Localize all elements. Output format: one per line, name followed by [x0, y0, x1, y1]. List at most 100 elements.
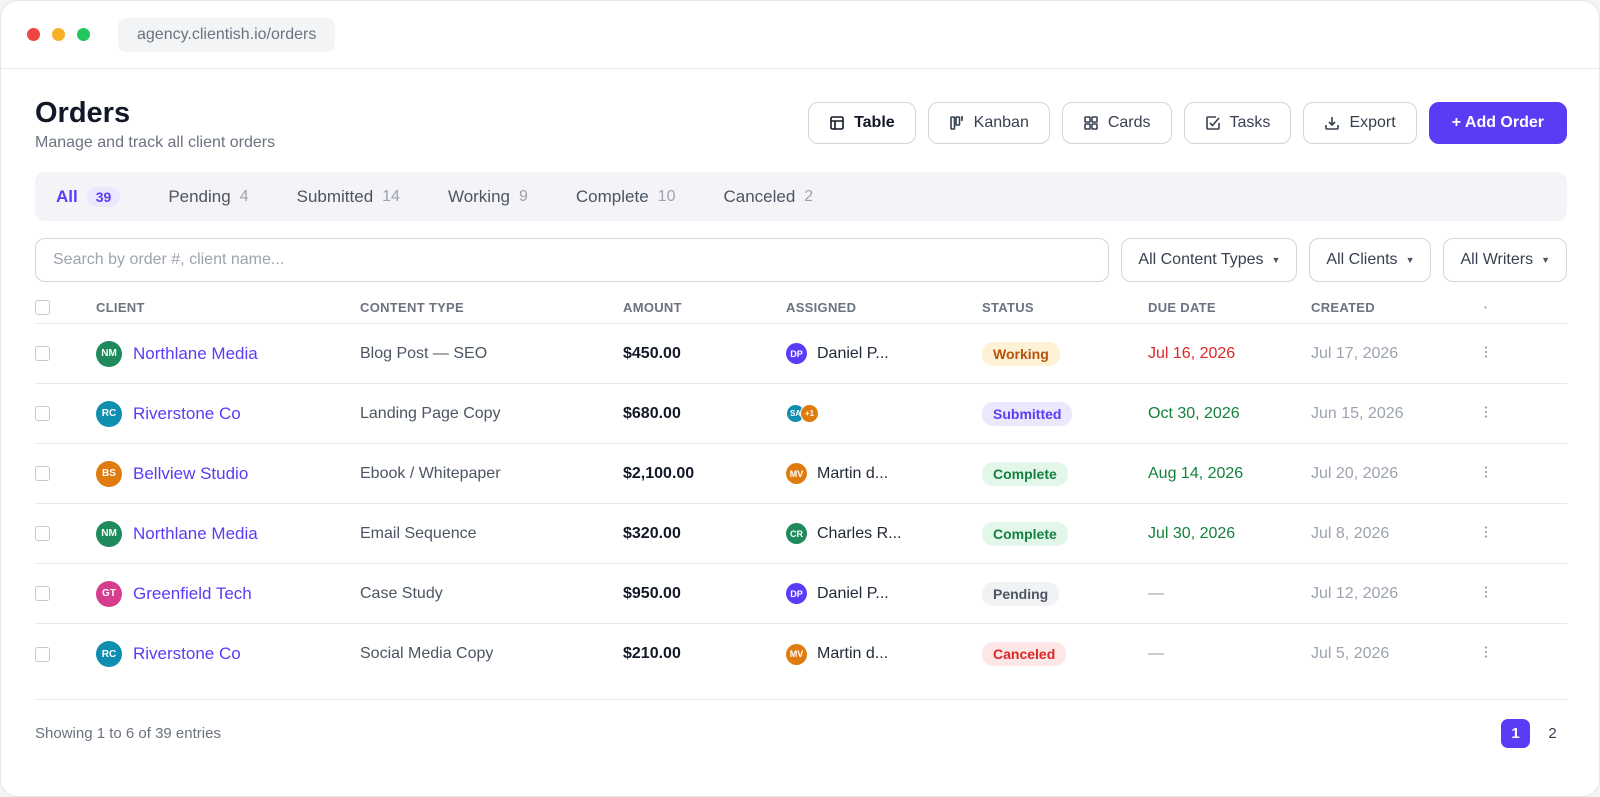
page-title: Orders: [35, 97, 131, 129]
assignee-name: Daniel P...: [817, 344, 889, 362]
content-type-cell: Case Study: [360, 584, 443, 602]
amount-cell: $210.00: [623, 645, 681, 662]
tab-working[interactable]: Working 9: [448, 187, 528, 207]
browser-chrome: agency.clientish.io/orders: [1, 1, 1599, 69]
row-checkbox[interactable]: [35, 646, 50, 662]
assignee-stack[interactable]: SA +1: [786, 404, 819, 423]
table-row[interactable]: NM Northlane Media Blog Post — SEO $450.00 D…: [35, 324, 1567, 384]
client-link[interactable]: Riverstone Co: [133, 644, 241, 664]
content-type-cell: Email Sequence: [360, 524, 477, 542]
entries-summary: Showing 1 to 6 of 39 entries: [35, 725, 221, 742]
client-filter[interactable]: All Clients ▼: [1309, 238, 1432, 282]
assignee-avatar: +1: [800, 404, 819, 423]
table-row[interactable]: NM Northlane Media Email Sequence $320.00 CR…: [35, 504, 1567, 564]
page-2-button[interactable]: 2: [1538, 719, 1567, 748]
address-bar[interactable]: agency.clientish.io/orders: [118, 17, 336, 52]
select-all-checkbox[interactable]: [35, 299, 50, 315]
tab-count: 10: [657, 187, 676, 205]
due-date-cell: Jul 16, 2026: [1148, 344, 1236, 362]
table-row[interactable]: BS Bellview Studio Ebook / Whitepaper $2,10…: [35, 444, 1567, 504]
column-header-due-date[interactable]: DUE DATE: [1148, 300, 1311, 315]
column-header-status[interactable]: STATUS: [982, 300, 1148, 315]
maximize-window-dot[interactable]: [77, 28, 90, 41]
close-window-dot[interactable]: [27, 28, 40, 41]
tab-canceled[interactable]: Canceled 2: [723, 187, 813, 207]
content-type-cell: Social Media Copy: [360, 645, 494, 662]
tab-complete[interactable]: Complete 10: [576, 187, 676, 207]
table-row[interactable]: GT Greenfield Tech Case Study $950.00 DP Dani…: [35, 564, 1567, 624]
assignee-avatar: DP: [786, 343, 807, 364]
kanban-icon: [949, 116, 963, 130]
table-row[interactable]: RC Riverstone Co Landing Page Copy $680.00 S…: [35, 384, 1567, 444]
assigned-cell: SA +1: [786, 404, 982, 423]
caret-down-icon: ▼: [1405, 255, 1415, 265]
status-badge: Submitted: [982, 401, 1073, 426]
client-link[interactable]: Northlane Media: [133, 344, 258, 364]
column-header-created[interactable]: CREATED: [1311, 300, 1478, 315]
client-avatar: NM: [96, 520, 122, 547]
assignee-name: Martin d...: [817, 645, 889, 662]
column-header-actions: ·: [1483, 299, 1489, 315]
column-header-client[interactable]: CLIENT: [96, 300, 360, 315]
client-avatar: RC: [96, 641, 122, 667]
more-vertical-icon[interactable]: [1478, 645, 1494, 663]
kanban-view-button[interactable]: Kanban: [927, 102, 1050, 144]
tab-pending[interactable]: Pending 4: [168, 187, 248, 207]
checkbox-icon: [1205, 116, 1220, 130]
pagination: 12: [1501, 719, 1567, 748]
column-header-amount[interactable]: AMOUNT: [623, 300, 786, 315]
content-type-cell: Landing Page Copy: [360, 404, 501, 422]
assignee-avatar: CR: [786, 523, 807, 544]
client-link[interactable]: Riverstone Co: [133, 404, 241, 424]
tab-count: 4: [239, 187, 249, 205]
client-link[interactable]: Northlane Media: [133, 524, 258, 544]
search-input[interactable]: [35, 238, 1110, 282]
assigned-cell: MV Martin d...: [786, 463, 982, 484]
page-1-button[interactable]: 1: [1501, 719, 1530, 748]
table-view-button[interactable]: Table: [808, 102, 916, 144]
tasks-view-button[interactable]: Tasks: [1183, 102, 1292, 144]
client-link[interactable]: Greenfield Tech: [133, 584, 252, 604]
tab-count: 14: [382, 187, 400, 205]
view-actions: Table Kanban Cards Tasks Export + Add Or…: [808, 102, 1567, 144]
content-type-filter[interactable]: All Content Types ▼: [1121, 238, 1298, 282]
row-checkbox[interactable]: [35, 586, 50, 601]
kanban-view-label: Kanban: [973, 114, 1029, 131]
export-button[interactable]: Export: [1303, 102, 1417, 144]
export-label: Export: [1349, 114, 1396, 131]
more-vertical-icon[interactable]: [1478, 585, 1494, 603]
created-date-cell: Jul 12, 2026: [1311, 584, 1399, 602]
more-vertical-icon[interactable]: [1478, 465, 1494, 483]
amount-cell: $2,100.00: [623, 464, 695, 482]
filter-bar: All Content Types ▼ All Clients ▼ All Wr…: [35, 238, 1567, 282]
table-row[interactable]: RC Riverstone Co Social Media Copy $210.00 M…: [35, 624, 1567, 684]
row-checkbox[interactable]: [35, 466, 50, 481]
add-order-button[interactable]: + Add Order: [1428, 102, 1567, 144]
cards-view-label: Cards: [1107, 114, 1151, 131]
assignee-avatar: MV: [786, 643, 807, 665]
more-vertical-icon[interactable]: [1478, 525, 1494, 543]
cards-view-button[interactable]: Cards: [1061, 102, 1172, 144]
content-type-filter-label: All Content Types: [1138, 251, 1264, 268]
tab-label: Working: [447, 186, 510, 206]
column-header-content-type[interactable]: CONTENT TYPE: [360, 300, 623, 315]
row-checkbox[interactable]: [35, 526, 50, 541]
amount-cell: $450.00: [623, 344, 681, 362]
tab-count: 2: [804, 187, 814, 205]
client-link[interactable]: Bellview Studio: [133, 464, 248, 484]
created-date-cell: Jun 15, 2026: [1311, 404, 1404, 422]
row-checkbox[interactable]: [35, 406, 50, 421]
client-avatar: GT: [96, 580, 122, 607]
more-vertical-icon[interactable]: [1478, 405, 1494, 423]
due-date-cell: Oct 30, 2026: [1148, 404, 1240, 422]
tab-submitted[interactable]: Submitted 14: [297, 187, 400, 207]
tab-all[interactable]: All 39: [56, 186, 121, 207]
more-vertical-icon[interactable]: [1478, 345, 1494, 363]
row-checkbox[interactable]: [35, 346, 50, 361]
minimize-window-dot[interactable]: [52, 28, 65, 41]
due-date-cell: Aug 14, 2026: [1148, 464, 1244, 482]
writer-filter[interactable]: All Writers ▼: [1443, 238, 1567, 282]
download-icon: [1325, 117, 1340, 130]
column-header-assigned[interactable]: ASSIGNED: [786, 300, 982, 315]
table-icon: [830, 116, 844, 130]
